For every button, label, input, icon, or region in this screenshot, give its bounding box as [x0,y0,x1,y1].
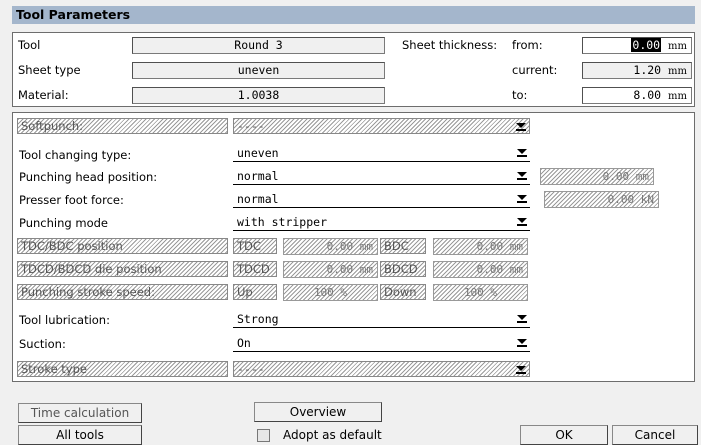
tdcd-field: 0.00 mm [283,261,378,278]
tool-changing-select[interactable]: uneven [233,145,530,162]
tool-changing-value: uneven [237,146,279,160]
punching-mode-label: Punching mode [19,216,108,230]
sheet-thickness-label: Sheet thickness: [402,38,498,52]
time-calculation-button: Time calculation [18,403,142,423]
dropdown-arrow-icon[interactable] [515,311,529,327]
adopt-default-label: Adopt as default [283,428,382,442]
current-label: current: [512,63,558,77]
stroke-speed-label: Punching stroke speed: [17,284,228,300]
bdc-field: 0.00 mm [433,238,528,255]
speed-up-label: Up [233,284,277,300]
lubrication-label: Tool lubrication: [19,313,110,327]
tdcd-bdcd-label: TDCD/BDCD die position [17,261,228,277]
presser-foot-select[interactable]: normal [233,191,530,208]
thickness-current-field: 1.20 mm [582,62,692,79]
to-label: to: [512,88,528,102]
overview-button[interactable]: Overview [254,402,382,422]
dialog-title: Tool Parameters [12,6,695,24]
sheet-type-label: Sheet type [18,63,81,77]
stroke-type-select: ---- [233,361,530,377]
tdc-label: TDC [233,238,277,254]
material-field: 1.0038 [132,87,385,104]
punching-head-label: Punching head position: [19,170,158,184]
suction-select[interactable]: On [233,335,530,352]
softpunch-value: ---- [237,119,265,133]
lubrication-select[interactable]: Strong [233,311,530,328]
speed-down-field: 100 % [433,284,528,301]
stroke-type-value: ---- [237,362,265,376]
thickness-to-input[interactable]: 8.00 mm [582,87,692,104]
softpunch-select: ---- [233,118,530,134]
thickness-current-value: 1.20 [633,63,662,77]
dropdown-arrow-icon[interactable] [515,214,529,230]
tool-label: Tool [18,38,41,52]
thickness-from-unit: mm [668,41,687,52]
stroke-type-label: Stroke type [17,361,228,377]
material-label: Material: [18,88,69,102]
dropdown-arrow-icon[interactable] [515,168,529,184]
punching-head-select[interactable]: normal [233,168,530,185]
speed-up-field: 100 % [283,284,378,301]
tdcd-label: TDCD [233,261,277,277]
adopt-default-checkbox[interactable] [257,429,270,442]
suction-value: On [237,336,251,350]
thickness-from-value: 0.00 [631,38,662,52]
thickness-to-value: 8.00 [633,88,662,102]
cancel-button[interactable]: Cancel [612,425,698,445]
suction-label: Suction: [19,337,66,351]
presser-foot-label: Presser foot force: [19,193,124,207]
tool-changing-label: Tool changing type: [19,148,132,162]
dropdown-arrow-icon [514,119,528,135]
tool-field: Round 3 [132,37,385,54]
lubrication-value: Strong [237,312,279,326]
ok-button[interactable]: OK [520,425,608,445]
dropdown-arrow-icon[interactable] [515,145,529,161]
presser-foot-force-field: 0.00 kN [544,191,659,208]
punching-head-value-field: 0.00 mm [540,168,654,185]
dropdown-arrow-icon [514,362,528,378]
bdc-label: BDC [380,238,426,254]
thickness-current-unit: mm [668,66,687,77]
tdc-field: 0.00 mm [283,238,378,255]
bdcd-label: BDCD [380,261,426,277]
softpunch-label: Softpunch: [17,118,228,134]
thickness-from-input[interactable]: 0.00 mm [582,37,692,54]
punching-head-value: normal [237,169,279,183]
tdc-bdc-label: TDC/BDC position [17,238,228,254]
dropdown-arrow-icon[interactable] [515,191,529,207]
sheet-type-field: uneven [132,62,385,79]
punching-mode-value: with stripper [237,215,328,229]
punching-mode-select[interactable]: with stripper [233,214,530,231]
presser-foot-value: normal [237,192,279,206]
speed-down-label: Down [380,284,426,300]
from-label: from: [512,38,543,52]
thickness-to-unit: mm [668,91,687,102]
bdcd-field: 0.00 mm [433,261,528,278]
dropdown-arrow-icon[interactable] [515,335,529,351]
all-tools-button[interactable]: All tools [18,425,142,445]
